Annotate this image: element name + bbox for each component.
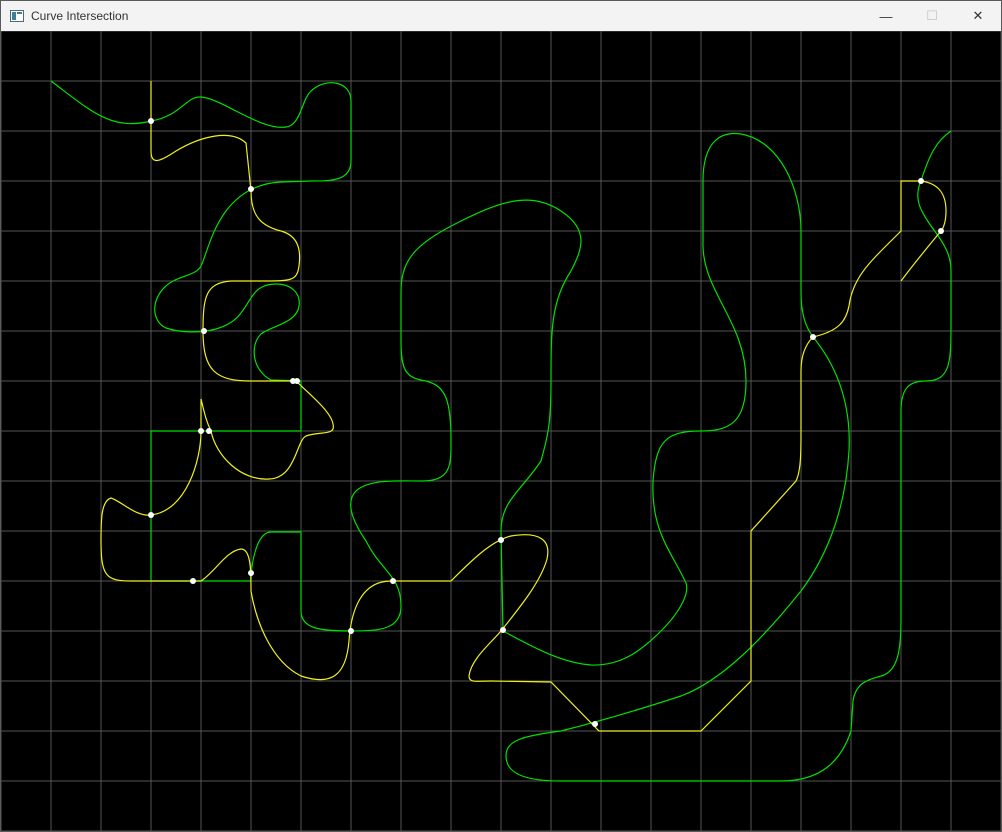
intersection-point (348, 628, 354, 634)
intersection-point (918, 178, 924, 184)
intersection-point (148, 118, 154, 124)
intersection-point (148, 512, 154, 518)
drawing-canvas[interactable] (1, 31, 1001, 831)
minimize-button[interactable]: — (863, 1, 909, 31)
curve-b (100, 81, 947, 732)
title-bar[interactable]: Curve Intersection — ☐ ✕ (1, 1, 1001, 31)
curve-plot (1, 31, 1001, 831)
intersection-point (248, 186, 254, 192)
intersection-point (201, 328, 207, 334)
intersection-point (198, 428, 204, 434)
intersection-point (206, 428, 212, 434)
intersection-point (190, 578, 196, 584)
intersection-point (938, 228, 944, 234)
app-window: Curve Intersection — ☐ ✕ (0, 0, 1002, 832)
intersection-point (248, 570, 254, 576)
close-icon: ✕ (972, 8, 984, 23)
maximize-icon: ☐ (926, 8, 938, 23)
close-button[interactable]: ✕ (955, 1, 1001, 31)
intersection-points (148, 118, 944, 727)
window-controls: — ☐ ✕ (863, 1, 1001, 31)
intersection-point (294, 378, 300, 384)
intersection-point (390, 578, 396, 584)
minimize-icon: — (879, 8, 893, 24)
window-title: Curve Intersection (31, 9, 129, 23)
intersection-point (592, 721, 598, 727)
intersection-point (810, 334, 816, 340)
maximize-button[interactable]: ☐ (909, 1, 955, 31)
app-icon (10, 10, 24, 22)
intersection-point (498, 537, 504, 543)
intersection-point (500, 627, 506, 633)
